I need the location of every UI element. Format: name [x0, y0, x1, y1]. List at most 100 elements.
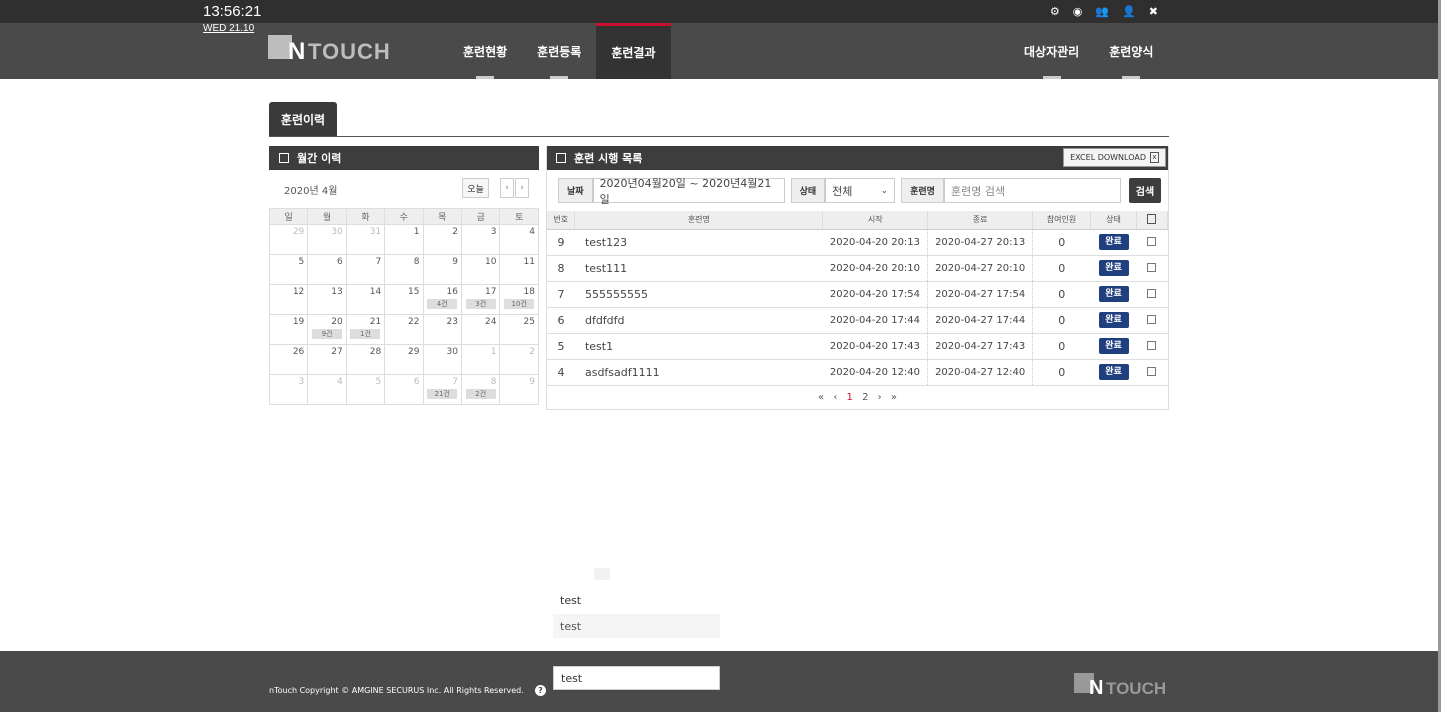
calendar-day[interactable]: 22	[384, 314, 424, 345]
calendar-day[interactable]: 14	[345, 284, 386, 315]
page-2-button[interactable]: 2	[862, 392, 868, 403]
cell-name[interactable]: test123	[574, 229, 823, 256]
day-count-badge[interactable]: 9건	[312, 329, 343, 339]
logo[interactable]: N TOUCH	[268, 35, 394, 65]
calendar-day[interactable]: 5	[345, 374, 386, 405]
calendar-day[interactable]: 10	[460, 254, 501, 285]
page-1-button[interactable]: 1	[847, 392, 853, 403]
external-link-icon[interactable]	[1147, 288, 1157, 298]
last-page-button[interactable]: »	[891, 392, 897, 403]
help-icon[interactable]: ?	[535, 685, 546, 696]
nav-item-register[interactable]: 훈련등록	[522, 23, 596, 79]
calendar-day[interactable]: 21 1건	[345, 314, 386, 345]
date-range-input[interactable]: 2020년04월20일 ~ 2020년4월21일	[592, 177, 785, 206]
search-button[interactable]: 검색	[1128, 178, 1161, 203]
calendar-day[interactable]: 2	[499, 344, 539, 375]
today-button[interactable]: 오늘	[462, 178, 489, 198]
calendar-day[interactable]: 19	[268, 314, 309, 345]
calendar-day[interactable]: 7	[345, 254, 386, 285]
calendar-day[interactable]: 4	[307, 374, 347, 405]
cell-name[interactable]: test111	[574, 255, 823, 282]
next-month-button[interactable]: ›	[515, 178, 529, 198]
external-link-icon[interactable]	[1147, 340, 1157, 350]
cell-name[interactable]: dfdfdfd	[574, 307, 823, 334]
nav-item-forms[interactable]: 훈련양식	[1094, 23, 1168, 79]
day-count-badge[interactable]: 3건	[465, 299, 496, 309]
status-badge[interactable]: 완료	[1098, 364, 1129, 380]
table-row[interactable]: 5 test1 2020-04-20 17:43 2020-04-27 17:43 0 완…	[547, 333, 1168, 360]
status-badge[interactable]: 완료	[1098, 312, 1129, 328]
cell-name[interactable]: 555555555	[574, 281, 823, 308]
name-search-input[interactable]: 훈련명 검색	[943, 178, 1121, 203]
status-badge[interactable]: 완료	[1098, 234, 1129, 250]
calendar-day[interactable]: 4	[499, 224, 539, 255]
gear-icon[interactable]: ⚙	[1050, 5, 1060, 18]
calendar-day[interactable]: 26	[268, 344, 309, 375]
calendar-day[interactable]: 1	[460, 344, 501, 375]
calendar-day[interactable]: 3	[268, 374, 309, 405]
calendar-day[interactable]: 23	[422, 314, 462, 345]
calendar-day[interactable]: 12	[268, 284, 309, 315]
day-count-badge[interactable]: 4건	[427, 299, 458, 309]
calendar-day[interactable]: 6	[307, 254, 347, 285]
calendar-day[interactable]: 6	[384, 374, 424, 405]
table-row[interactable]: 4 asdfsadf1111 2020-04-20 12:40 2020-04-27 …	[547, 359, 1168, 386]
cell-name[interactable]: asdfsadf1111	[574, 359, 823, 386]
dropdown-input[interactable]: test	[553, 666, 720, 690]
day-count-badge[interactable]: 2건	[465, 389, 496, 399]
prev-page-button[interactable]: ‹	[833, 392, 837, 403]
calendar-day[interactable]: 15	[384, 284, 424, 315]
next-page-button[interactable]: ›	[878, 392, 882, 403]
status-badge[interactable]: 완료	[1098, 338, 1129, 354]
user-plus-icon[interactable]: 👥	[1095, 5, 1109, 18]
calendar-day[interactable]: 16 4건	[422, 284, 462, 315]
eye-icon[interactable]: ◉	[1073, 5, 1083, 18]
dropdown-option[interactable]: test	[553, 588, 720, 612]
status-select[interactable]: 전체 ⌄	[825, 178, 896, 203]
calendar-day[interactable]: 25	[499, 314, 539, 345]
nav-item-status[interactable]: 훈련현황	[448, 23, 522, 79]
calendar-day[interactable]: 1	[384, 224, 424, 255]
calendar-day[interactable]: 30	[307, 224, 347, 255]
table-row[interactable]: 9 test123 2020-04-20 20:13 2020-04-27 20:13…	[547, 229, 1168, 256]
external-link-icon[interactable]	[1147, 236, 1157, 246]
calendar-day[interactable]: 17 3건	[460, 284, 501, 315]
external-link-icon[interactable]	[1147, 262, 1157, 272]
tab-history[interactable]: 훈련이력	[269, 102, 337, 136]
first-page-button[interactable]: «	[818, 392, 824, 403]
calendar-day[interactable]: 27	[307, 344, 347, 375]
calendar-day[interactable]: 2	[422, 224, 462, 255]
calendar-day[interactable]: 3	[460, 224, 501, 255]
calendar-day[interactable]: 30	[422, 344, 462, 375]
status-badge[interactable]: 완료	[1098, 260, 1129, 276]
table-row[interactable]: 7 555555555 2020-04-20 17:54 2020-04-27 17:…	[547, 281, 1168, 308]
calendar-day[interactable]: 20 9건	[307, 314, 347, 345]
nav-item-results[interactable]: 훈련결과	[596, 23, 671, 79]
external-link-icon[interactable]	[1147, 366, 1157, 376]
calendar-day[interactable]: 29	[268, 224, 309, 255]
user-icon[interactable]: 👤	[1122, 5, 1136, 18]
day-count-badge[interactable]: 21건	[427, 389, 458, 399]
calendar-day[interactable]: 28	[345, 344, 386, 375]
external-link-icon[interactable]	[1147, 314, 1157, 324]
prev-month-button[interactable]: ‹	[500, 178, 514, 198]
calendar-day[interactable]: 29	[384, 344, 424, 375]
table-row[interactable]: 8 test111 2020-04-20 20:10 2020-04-27 20:10…	[547, 255, 1168, 282]
calendar-day[interactable]: 18 10건	[499, 284, 539, 315]
calendar-day[interactable]: 9	[422, 254, 462, 285]
calendar-day[interactable]: 5	[268, 254, 309, 285]
dropdown-option[interactable]: test	[553, 614, 720, 638]
cell-name[interactable]: test1	[574, 333, 823, 360]
table-row[interactable]: 6 dfdfdfd 2020-04-20 17:44 2020-04-27 17:44…	[547, 307, 1168, 334]
day-count-badge[interactable]: 1건	[350, 329, 381, 339]
calendar-day[interactable]: 7 21건	[422, 374, 462, 405]
calendar-day[interactable]: 31	[345, 224, 386, 255]
status-badge[interactable]: 완료	[1098, 286, 1129, 302]
calendar-day[interactable]: 11	[499, 254, 539, 285]
close-icon[interactable]: ✖	[1149, 5, 1158, 18]
calendar-day[interactable]: 13	[307, 284, 347, 315]
calendar-day[interactable]: 8	[384, 254, 424, 285]
nav-item-targets[interactable]: 대상자관리	[1009, 23, 1094, 79]
calendar-day[interactable]: 8 2건	[460, 374, 501, 405]
calendar-day[interactable]: 9	[499, 374, 539, 405]
